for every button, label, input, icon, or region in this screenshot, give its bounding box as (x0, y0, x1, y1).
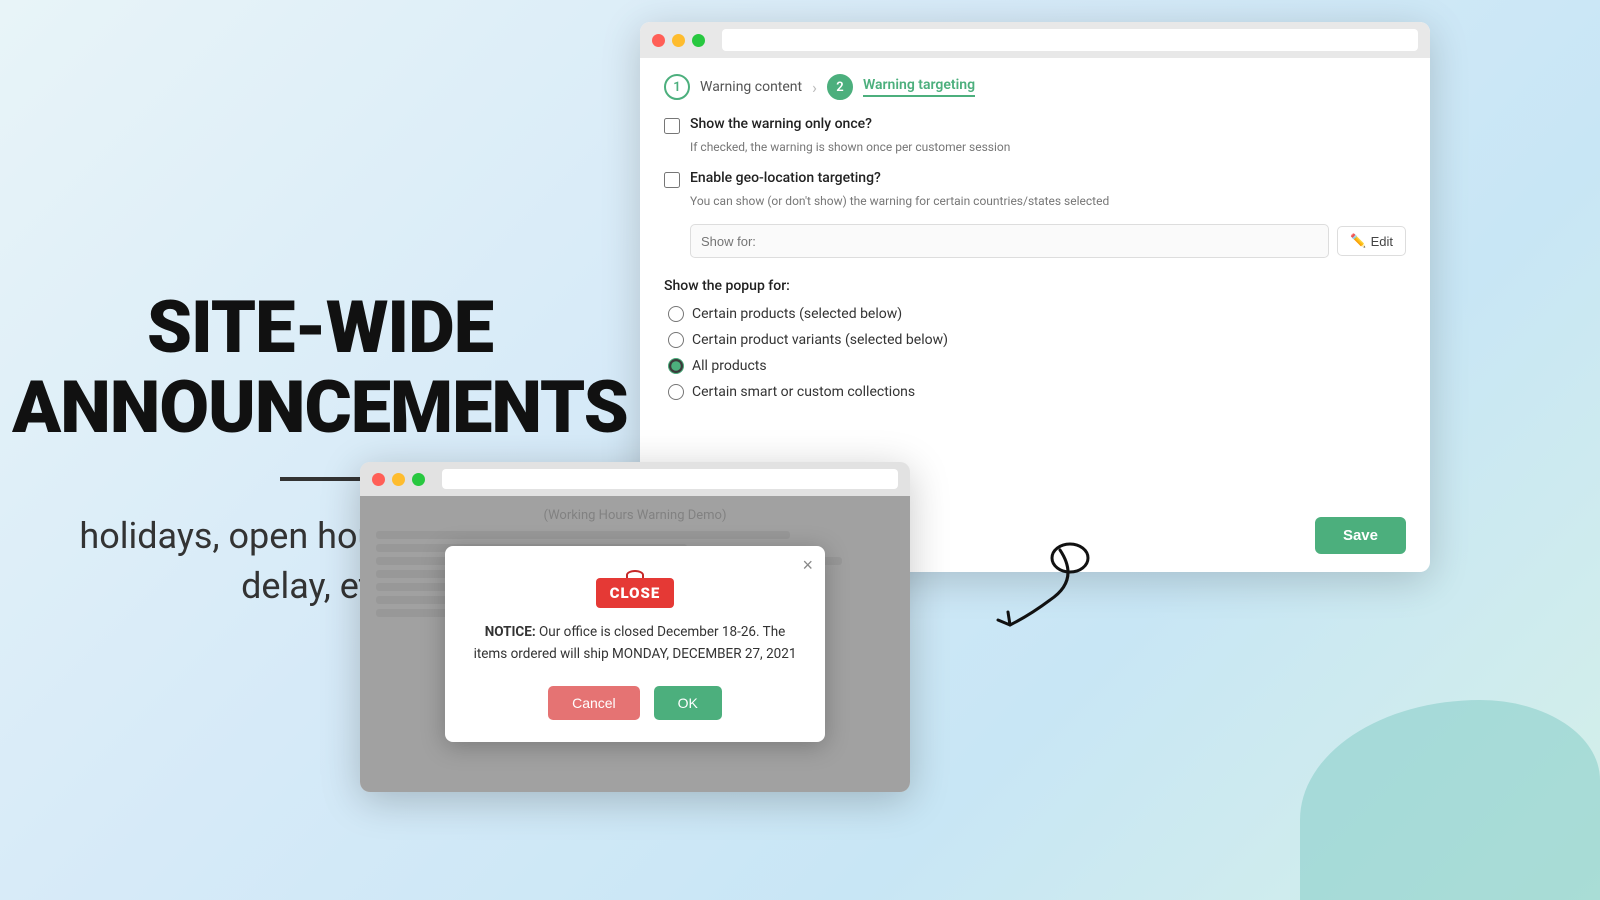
edit-button[interactable]: ✏️ Edit (1337, 226, 1406, 256)
cancel-button[interactable]: Cancel (548, 686, 640, 720)
ok-button[interactable]: OK (654, 686, 722, 720)
main-title: SITE-WIDE ANNOUNCEMENTS (12, 288, 628, 446)
radio-group: Certain products (selected below) Certai… (664, 306, 1406, 400)
save-button[interactable]: Save (1315, 517, 1406, 554)
step-chevron: › (812, 78, 817, 97)
radio-collections-input[interactable] (668, 384, 684, 400)
browser-titlebar-top (640, 22, 1430, 58)
dot-yellow[interactable] (672, 34, 685, 47)
title-divider (280, 477, 360, 481)
modal-close-button[interactable]: × (802, 556, 813, 574)
show-once-desc: If checked, the warning is shown once pe… (690, 140, 1406, 154)
arrow-annotation (960, 540, 1090, 640)
step2-label[interactable]: Warning targeting (863, 77, 975, 97)
radio-certain-variants-label[interactable]: Certain product variants (selected below… (692, 332, 948, 348)
geo-input-row: ✏️ Edit (690, 224, 1406, 258)
browser-window-bottom: (Working Hours Warning Demo) × CLOSE (360, 462, 910, 792)
modal-overlay: × CLOSE NOTICE: Our office is closed Dec… (360, 496, 910, 792)
bottom-dot-yellow[interactable] (392, 473, 405, 486)
radio-certain-variants-input[interactable] (668, 332, 684, 348)
radio-all-products: All products (668, 358, 1406, 374)
show-once-row: Show the warning only once? (664, 116, 1406, 134)
bottom-dot-green[interactable] (412, 473, 425, 486)
show-once-checkbox[interactable] (664, 118, 680, 134)
browser-content: Show the warning only once? If checked, … (640, 100, 1430, 416)
popup-section-label: Show the popup for: (664, 278, 1406, 294)
radio-certain-products-label[interactable]: Certain products (selected below) (692, 306, 902, 322)
radio-all-products-label[interactable]: All products (692, 358, 767, 374)
dot-red[interactable] (652, 34, 665, 47)
modal-buttons: Cancel OK (473, 686, 797, 720)
radio-certain-variants: Certain product variants (selected below… (668, 332, 1406, 348)
dot-green[interactable] (692, 34, 705, 47)
geo-label[interactable]: Enable geo-location targeting? (690, 170, 881, 186)
show-once-label[interactable]: Show the warning only once? (690, 116, 872, 132)
bottom-browser-body: (Working Hours Warning Demo) × CLOSE (360, 496, 910, 792)
step1-label[interactable]: Warning content (700, 79, 802, 95)
modal-notice: NOTICE: Our office is closed December 18… (473, 622, 797, 665)
address-bar-bottom[interactable] (442, 469, 898, 489)
geo-row: Enable geo-location targeting? (664, 170, 1406, 188)
edit-icon: ✏️ (1350, 233, 1366, 249)
radio-certain-products-input[interactable] (668, 306, 684, 322)
geo-checkbox[interactable] (664, 172, 680, 188)
radio-collections: Certain smart or custom collections (668, 384, 1406, 400)
decorative-blob (1300, 700, 1600, 900)
address-bar-top[interactable] (722, 29, 1418, 51)
close-sign: CLOSE (596, 578, 675, 608)
step-navigation: 1 Warning content › 2 Warning targeting (640, 58, 1430, 100)
radio-collections-label[interactable]: Certain smart or custom collections (692, 384, 915, 400)
step2-circle[interactable]: 2 (827, 74, 853, 100)
step1-circle[interactable]: 1 (664, 74, 690, 100)
show-for-input[interactable] (690, 224, 1329, 258)
bottom-dot-red[interactable] (372, 473, 385, 486)
modal-dialog: × CLOSE NOTICE: Our office is closed Dec… (445, 546, 825, 741)
modal-icon: CLOSE (473, 570, 797, 608)
browser-titlebar-bottom (360, 462, 910, 496)
geo-desc: You can show (or don't show) the warning… (690, 194, 1406, 208)
notice-prefix: NOTICE: (485, 624, 536, 640)
radio-all-products-input[interactable] (668, 358, 684, 374)
radio-certain-products: Certain products (selected below) (668, 306, 1406, 322)
